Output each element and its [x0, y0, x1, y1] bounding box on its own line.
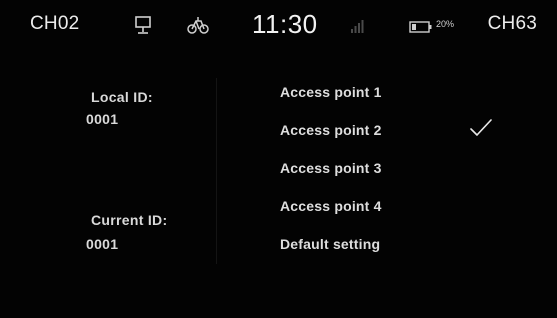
device-screen: CH02 11:30 20% CH63 Local ID: 0001 Curre… [0, 0, 557, 318]
clock: 11:30 [252, 9, 318, 39]
current-id-label: Current ID: [91, 212, 168, 228]
menu-item-label: Access point 4 [280, 198, 382, 214]
current-id-value: 0001 [86, 236, 119, 252]
channel-left: CH02 [30, 13, 80, 34]
battery-icon [409, 20, 433, 33]
status-bar: CH02 11:30 20% CH63 [0, 0, 557, 46]
signal-icon [350, 19, 364, 33]
battery-percent: 20% [436, 19, 455, 29]
menu-item-access-point-1[interactable]: Access point 1 [268, 76, 528, 114]
channel-right: CH63 [487, 13, 537, 34]
menu-item-access-point-3[interactable]: Access point 3 [268, 152, 528, 190]
menu-item-access-point-2[interactable]: Access point 2 [268, 114, 528, 152]
checkmark-icon [468, 115, 494, 141]
menu-item-access-point-4[interactable]: Access point 4 [268, 190, 528, 228]
menu-item-label: Access point 3 [280, 160, 382, 176]
local-id-label: Local ID: [91, 89, 153, 105]
menu-item-default-setting[interactable]: Default setting [268, 228, 528, 266]
panel-divider [216, 78, 217, 264]
menu-item-label: Default setting [280, 236, 381, 252]
menu-item-label: Access point 2 [280, 122, 382, 138]
bike-icon [187, 15, 209, 35]
access-point-menu: Access point 1 Access point 2 Access poi… [268, 76, 528, 266]
monitor-icon [134, 16, 152, 36]
local-id-value: 0001 [86, 111, 119, 127]
menu-item-label: Access point 1 [280, 84, 382, 100]
